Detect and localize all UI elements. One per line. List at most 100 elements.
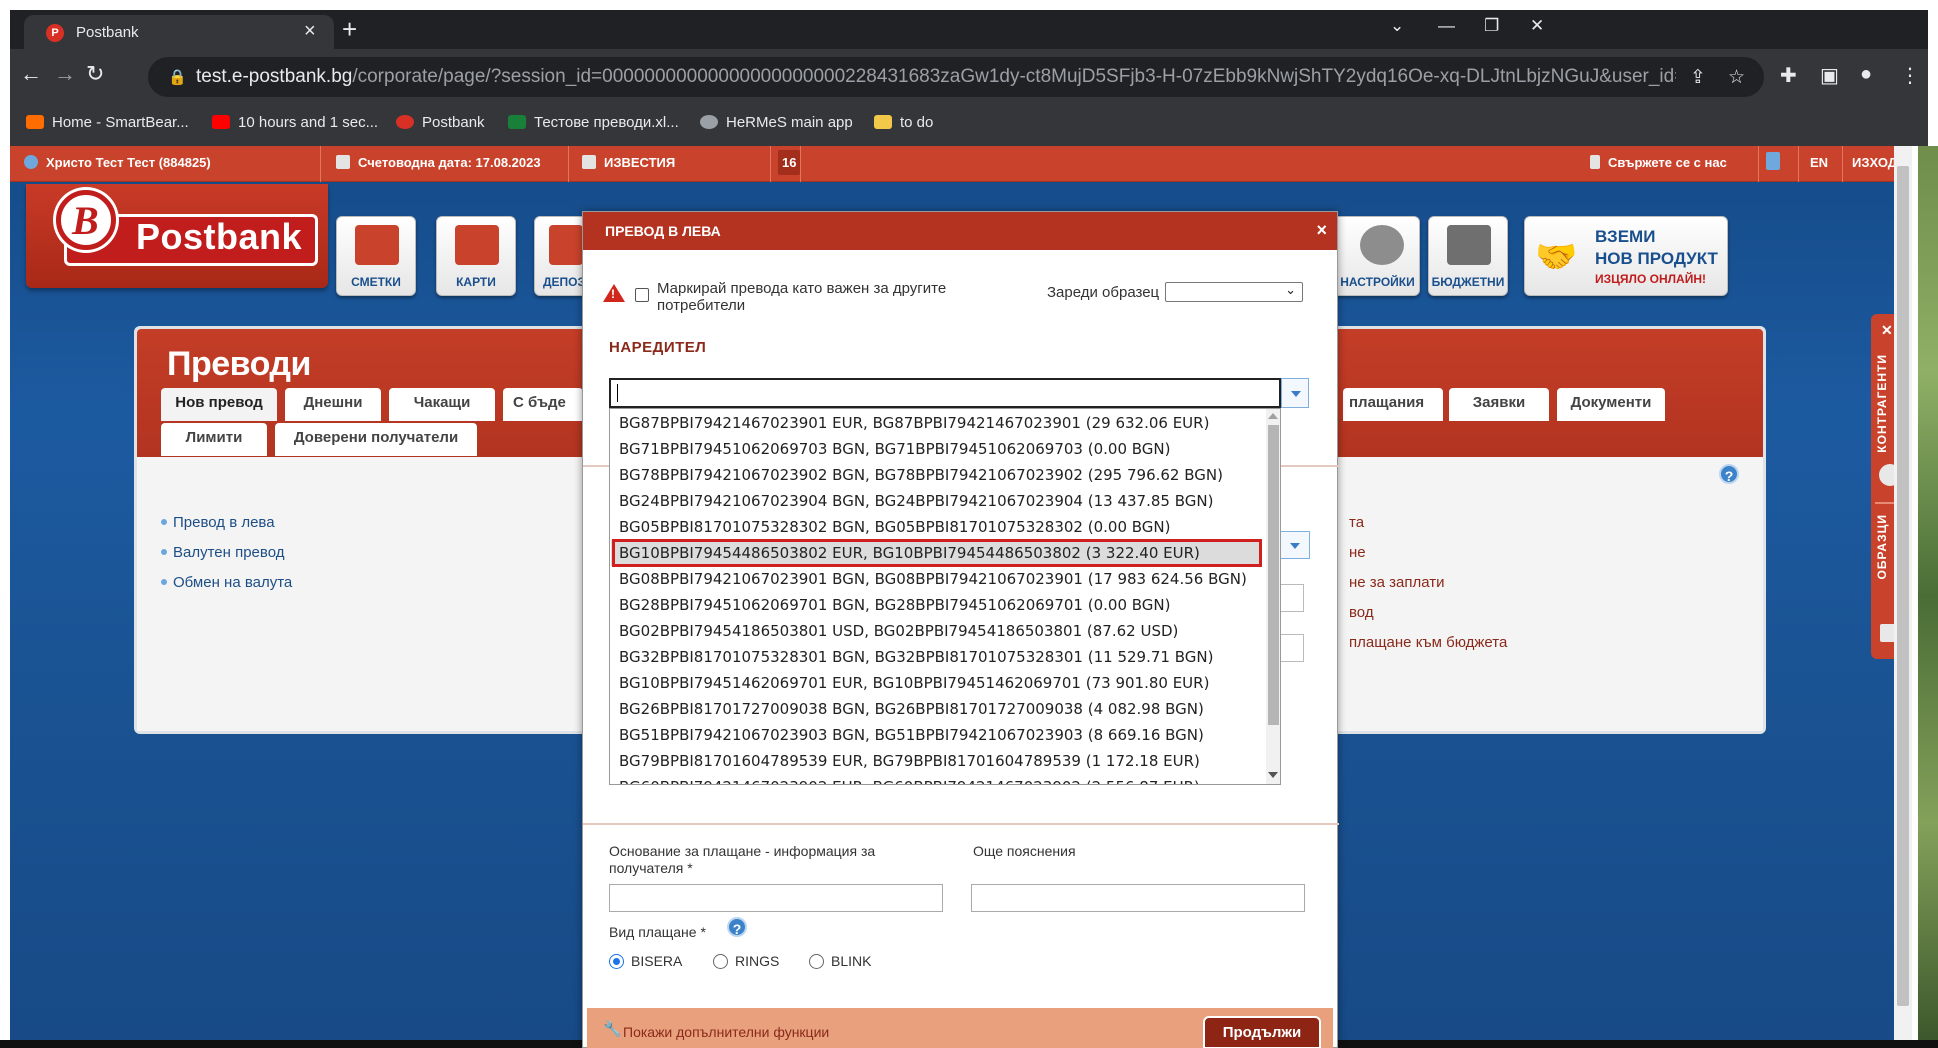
share-icon[interactable]: ⇪ xyxy=(1690,66,1706,89)
menu-settings[interactable]: НАСТРОЙКИ xyxy=(1336,216,1420,296)
more-info-input[interactable] xyxy=(971,884,1305,912)
chevron-down-icon: ⌄ xyxy=(1285,282,1296,297)
bookmark-smartbear[interactable]: Home - SmartBear... xyxy=(26,114,189,131)
help-icon[interactable]: ? xyxy=(727,917,747,937)
url-text[interactable]: test.e-postbank.bg/corporate/page/?sessi… xyxy=(196,66,1676,88)
bookmark-todo[interactable]: to do xyxy=(874,114,933,131)
continue-button[interactable]: Продължи xyxy=(1203,1016,1321,1048)
list-scrollbar[interactable] xyxy=(1266,409,1280,784)
account-option[interactable]: BG02BPBI79454186503801 USD, BG02BPBI7945… xyxy=(611,618,1261,644)
account-option[interactable]: BG28BPBI79451062069701 BGN, BG28BPBI7945… xyxy=(611,592,1261,618)
link-currency-transfer[interactable]: Валутен превод xyxy=(161,544,284,561)
account-option[interactable]: BG87BPBI79421467023901 EUR, BG87BPBI7942… xyxy=(611,410,1261,436)
bookmark-star-icon[interactable]: ☆ xyxy=(1728,66,1745,89)
extensions-icon[interactable]: ✚ xyxy=(1780,63,1797,88)
minimize-icon[interactable]: — xyxy=(1438,16,1455,36)
forward-icon[interactable]: → xyxy=(54,61,76,87)
tab-documents[interactable]: Документи xyxy=(1557,388,1665,421)
contractors-tab[interactable]: КОНТРАГЕНТИ xyxy=(1875,354,1889,453)
link-currency-exchange[interactable]: Обмен на валута xyxy=(161,574,292,591)
tab-title: Postbank xyxy=(76,24,139,41)
right-link-1[interactable]: та xyxy=(1349,514,1364,531)
radio-rings[interactable] xyxy=(713,954,728,969)
account-option[interactable]: BG51BPBI79421067023903 BGN, BG51BPBI7942… xyxy=(611,722,1261,748)
account-option[interactable]: BG26BPBI81701727009038 BGN, BG26BPBI8170… xyxy=(611,696,1261,722)
accounting-date: Счетоводна дата: 17.08.2023 xyxy=(336,155,541,170)
payer-account-dropdown-button[interactable] xyxy=(1281,378,1309,408)
contact-link[interactable]: Свържете се с нас xyxy=(1590,155,1727,170)
back-icon[interactable]: ← xyxy=(20,61,42,87)
show-more-functions-link[interactable]: Покажи допълнителни функции xyxy=(623,1024,829,1040)
logout-link[interactable]: ИЗХОД xyxy=(1852,155,1897,170)
language-switch[interactable]: EN xyxy=(1810,155,1828,170)
postbank-logo[interactable]: B Postbank xyxy=(26,184,328,288)
beneficiary-dropdown-button[interactable] xyxy=(1280,531,1310,559)
payer-account-input[interactable] xyxy=(609,378,1281,408)
list-scrollbar-thumb[interactable] xyxy=(1268,425,1279,725)
menu-accounts[interactable]: СМЕТКИ xyxy=(336,216,416,296)
bookmark-youtube[interactable]: 10 hours and 1 sec... xyxy=(212,114,378,131)
help-book-icon[interactable] xyxy=(1766,152,1788,171)
mark-important-checkbox[interactable] xyxy=(635,288,649,302)
account-option[interactable]: BG78BPBI79421067023902 BGN, BG78BPBI7942… xyxy=(611,462,1261,488)
menu-cards[interactable]: КАРТИ xyxy=(436,216,516,296)
address-bar[interactable]: 🔒 test.e-postbank.bg/corporate/page/?ses… xyxy=(148,57,1764,97)
reload-icon[interactable]: ↻ xyxy=(86,61,104,87)
tab-limits[interactable]: Лимити xyxy=(161,423,267,456)
tab-pending[interactable]: Чакащи xyxy=(389,388,495,421)
browser-tab[interactable]: P Postbank × xyxy=(24,15,334,49)
scrollbar-thumb[interactable] xyxy=(1897,166,1909,1006)
news-link[interactable]: ИЗВЕСТИЯ xyxy=(582,155,675,170)
tab-trusted-recipients[interactable]: Доверени получатели xyxy=(275,423,477,456)
templates-tab[interactable]: ОБРАЗЦИ xyxy=(1875,514,1889,579)
restore-icon[interactable]: ❐ xyxy=(1484,16,1499,36)
radio-blink[interactable] xyxy=(809,954,824,969)
tab-payments[interactable]: плащания xyxy=(1343,388,1443,421)
account-option[interactable]: BG32BPBI81701075328301 BGN, BG32BPBI8170… xyxy=(611,644,1261,670)
bookmark-excel[interactable]: Тестове преводи.xl... xyxy=(508,114,679,131)
new-tab-icon[interactable]: + xyxy=(342,16,357,42)
hidden-field[interactable] xyxy=(1280,584,1304,612)
radio-bisera[interactable] xyxy=(609,954,624,969)
payment-reason-input[interactable] xyxy=(609,884,943,912)
hidden-field[interactable] xyxy=(1280,634,1304,662)
dialog-close-icon[interactable]: × xyxy=(1316,220,1327,241)
tab-new-transfer[interactable]: Нов превод xyxy=(161,388,277,421)
close-window-icon[interactable]: ✕ xyxy=(1530,16,1544,36)
account-option[interactable]: BG05BPBI81701075328302 BGN, BG05BPBI8170… xyxy=(611,514,1261,540)
right-link-4[interactable]: вод xyxy=(1349,604,1374,621)
scroll-down-icon[interactable] xyxy=(1268,772,1278,778)
account-option[interactable]: BG71BPBI79451062069703 BGN, BG71BPBI7945… xyxy=(611,436,1261,462)
menu-dots-icon[interactable]: ⋮ xyxy=(1900,63,1920,88)
profile-icon[interactable]: ● xyxy=(1860,63,1872,86)
help-icon[interactable]: ? xyxy=(1719,464,1739,484)
lock-icon[interactable]: 🔒 xyxy=(168,68,187,86)
account-option[interactable]: BG08BPBI79421067023901 BGN, BG08BPBI7942… xyxy=(611,566,1261,592)
tab-search-icon[interactable]: ⌄ xyxy=(1390,16,1404,36)
side-panel-icon[interactable]: ▣ xyxy=(1820,63,1839,88)
bookmark-postbank[interactable]: Postbank xyxy=(396,114,485,131)
right-link-budget-payment[interactable]: плащане към бюджета xyxy=(1349,634,1507,651)
page-scrollbar[interactable] xyxy=(1894,146,1912,1044)
tab-close-icon[interactable]: × xyxy=(304,20,316,43)
right-link-2[interactable]: не xyxy=(1349,544,1366,561)
account-option[interactable]: BG24BPBI79421067023904 BGN, BG24BPBI7942… xyxy=(611,488,1261,514)
scroll-up-icon[interactable] xyxy=(1268,413,1278,419)
widget-close-icon[interactable]: ✕ xyxy=(1881,322,1893,339)
load-template-select[interactable]: ⌄ xyxy=(1165,282,1303,302)
link-bgn-transfer[interactable]: Превод в лева xyxy=(161,514,275,531)
tab-today[interactable]: Днешни xyxy=(285,388,381,421)
tab-requests[interactable]: Заявки xyxy=(1449,388,1549,421)
account-option[interactable]: BG60BPBI79421467023902 EUR, BG60BPBI7942… xyxy=(611,774,1261,784)
tab-future[interactable]: С бъде xyxy=(503,388,583,421)
news-count-badge[interactable]: 16 xyxy=(778,150,801,175)
account-option[interactable]: BG10BPBI79451462069701 EUR, BG10BPBI7945… xyxy=(611,670,1261,696)
load-template-label: Зареди образец xyxy=(1047,284,1160,301)
new-product-banner[interactable]: 🤝 ВЗЕМИ НОВ ПРОДУКТ ИЗЦЯЛО ОНЛАЙН! xyxy=(1524,216,1728,296)
account-option[interactable]: BG10BPBI79454486503802 EUR, BG10BPBI7945… xyxy=(611,540,1261,566)
right-link-salaries[interactable]: не за заплати xyxy=(1349,574,1445,591)
bookmark-hermes[interactable]: HeRMeS main app xyxy=(700,114,853,131)
payer-account-list[interactable]: BG87BPBI79421467023901 EUR, BG87BPBI7942… xyxy=(609,408,1281,785)
menu-budget[interactable]: БЮДЖЕТНИ xyxy=(1428,216,1508,296)
account-option[interactable]: BG79BPBI81701604789539 EUR, BG79BPBI8170… xyxy=(611,748,1261,774)
